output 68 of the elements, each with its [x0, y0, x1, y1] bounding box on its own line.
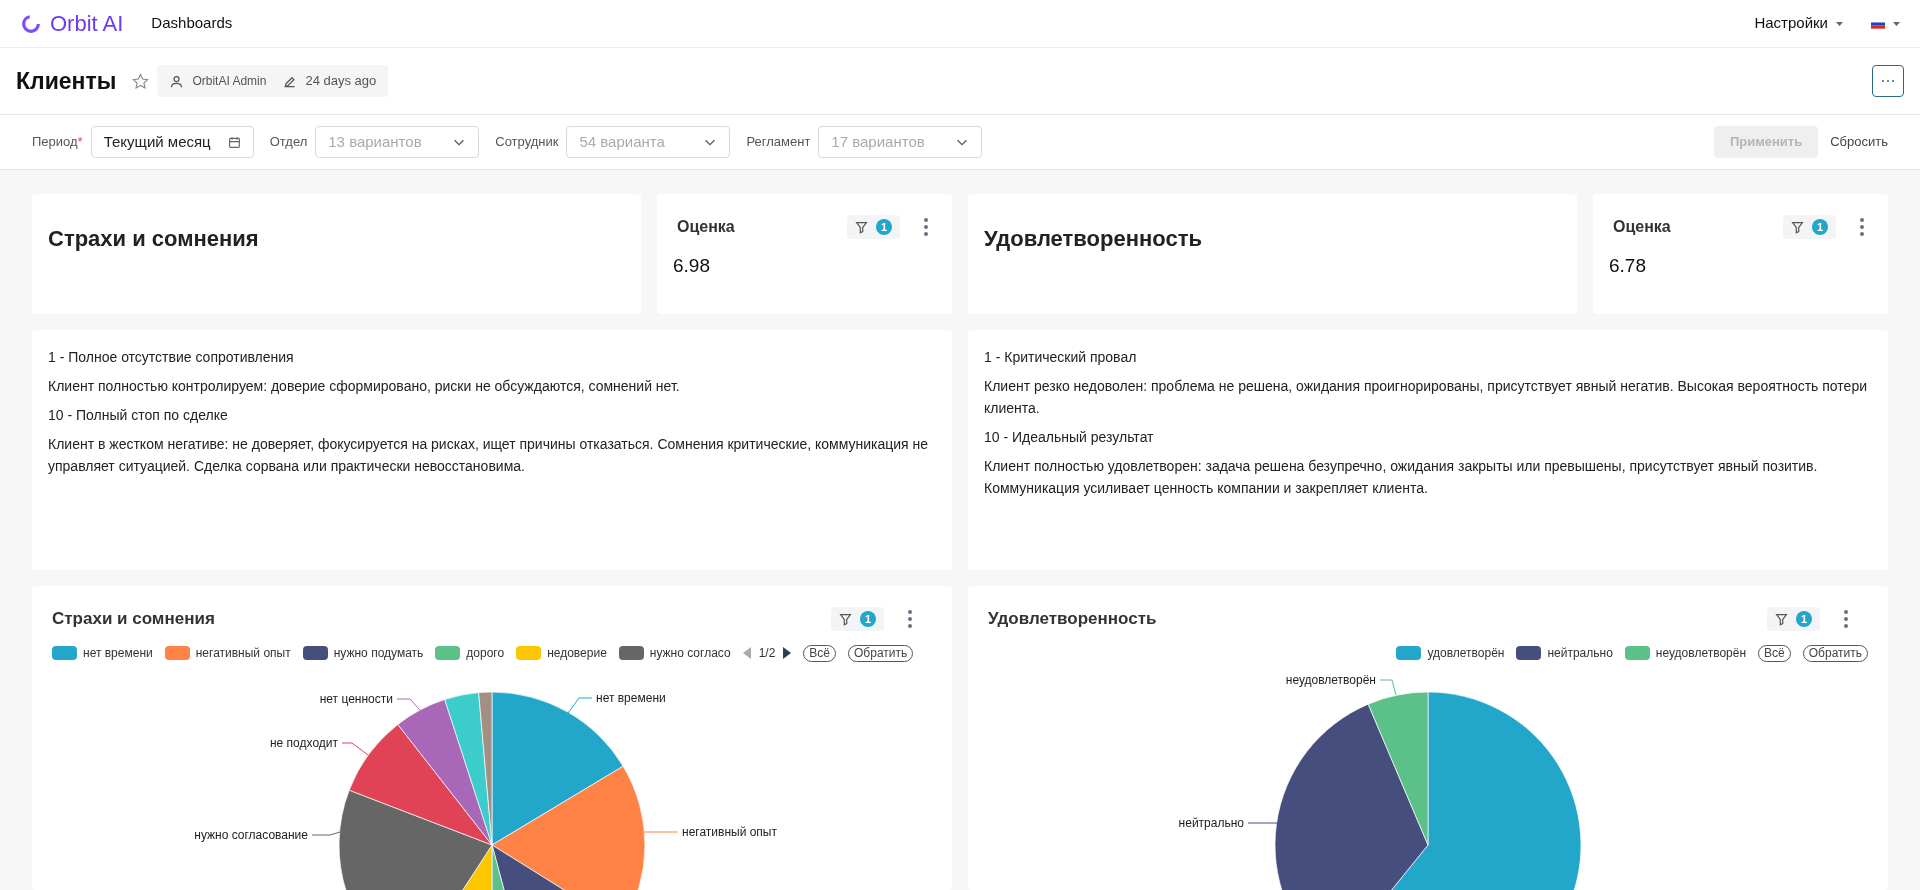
filter-label: Период — [32, 133, 78, 152]
legend-label[interactable]: недоверие — [547, 644, 607, 662]
leader-line — [567, 697, 593, 714]
description-text: Клиент полностью контролируем: доверие сформировано, риски не обсуждаются, сомнений нет. — [48, 377, 681, 396]
description-text: 1 - Критический провал — [984, 348, 1138, 367]
description-text: Клиент в жестком негативе: не доверяет, фокусируется на рисках, ищет причины отказаться. Сомнения критические, коммуникация не управляет ситуацией. Сделка сорвана или практически невосстановима. — [48, 435, 930, 476]
card-title: Страхи и сомнения — [48, 225, 260, 253]
description-text: Клиент полностью удовлетворен: задача решена безупречно, ожидания закрыты или превышены, присутствует явный позитив. Коммуникация усиливает ценность компании и закрепляет клиента. — [984, 457, 1819, 498]
logo-text: Orbit AI — [50, 10, 124, 38]
card-title: Удовлетворенность — [984, 225, 1203, 253]
caret-icon — [1836, 21, 1843, 26]
description-text: 10 - Идеальный результат — [984, 428, 1155, 447]
filter-count-badge: 1 — [1812, 219, 1828, 235]
legend-label[interactable]: нужно подумать — [333, 644, 424, 662]
leader-line — [643, 831, 679, 833]
filter-icon — [839, 612, 852, 626]
legend-label[interactable]: нет времени — [83, 644, 153, 662]
description-text: Клиент резко недоволен: проблема не решена, ожидания проигнорированы, присутствует явный негатив. Высокая вероятность потери клиента. — [984, 377, 1868, 418]
slice-label: нет ценности — [319, 692, 393, 706]
filter-label: Сотрудник — [495, 133, 559, 152]
metric-value: 6.98 — [673, 254, 711, 278]
filter-count-badge: 1 — [860, 611, 876, 627]
legend-page-indicator: 1/2 — [758, 645, 776, 662]
filter-count-badge: 1 — [876, 219, 892, 235]
star-icon[interactable] — [132, 72, 150, 90]
reset-button[interactable]: Сбросить — [1830, 132, 1888, 152]
slice-label: не подходит — [269, 736, 338, 750]
description-text: 10 - Полный стоп по сделке — [48, 406, 229, 425]
metric-value: 6.78 — [1609, 254, 1647, 278]
owner-name: OrbitAI Admin — [192, 73, 267, 90]
more-actions-button[interactable] — [1872, 65, 1904, 97]
chart-title: Страхи и сомнения — [52, 608, 215, 631]
legend-label[interactable]: удовлетворён — [1427, 644, 1505, 662]
legend-label[interactable]: нужно согласо — [649, 644, 731, 662]
slice-label: нейтрально — [1178, 816, 1244, 830]
leader-line — [1379, 679, 1397, 696]
date-field[interactable]: Текущий месяц — [90, 126, 254, 158]
required-mark: * — [77, 133, 83, 152]
slice-label: неудовлетворён — [1285, 674, 1376, 687]
leader-line — [341, 742, 369, 756]
next-page-icon[interactable] — [783, 647, 792, 659]
settings-menu[interactable]: Настройки — [1754, 12, 1843, 35]
calendar-icon — [227, 135, 241, 149]
page-title: Клиенты — [16, 66, 117, 96]
chart-title: Удовлетворенность — [988, 608, 1157, 631]
leader-line — [396, 698, 421, 711]
nav-link[interactable]: Dashboards — [151, 12, 233, 35]
filter-icon — [1775, 612, 1788, 626]
metric-title: Оценка — [1612, 217, 1671, 237]
description-text: 1 - Полное отсутствие сопротивления — [48, 348, 295, 367]
metric-title: Оценка — [676, 217, 735, 237]
filter-icon — [855, 220, 868, 234]
filter-icon — [1791, 220, 1804, 234]
leader-line — [1247, 822, 1278, 824]
filter-label: Отдел — [269, 133, 308, 152]
leader-line — [311, 831, 341, 836]
slice-label: нет времени — [596, 691, 666, 705]
slice-label: негативный опыт — [682, 825, 777, 839]
modified-time: 24 days ago — [305, 72, 377, 91]
legend-label[interactable]: неудовлетворён — [1655, 644, 1747, 662]
user-icon — [169, 73, 185, 89]
slice-label: нужно согласование — [194, 828, 308, 842]
filter-count-badge: 1 — [1796, 611, 1812, 627]
filter-label: Регламент — [746, 133, 811, 152]
legend-label[interactable]: негативный опыт — [195, 644, 291, 662]
legend-label[interactable]: дорого — [466, 644, 505, 662]
caret-icon — [1893, 21, 1900, 26]
legend-label[interactable]: нейтрально — [1547, 644, 1613, 662]
